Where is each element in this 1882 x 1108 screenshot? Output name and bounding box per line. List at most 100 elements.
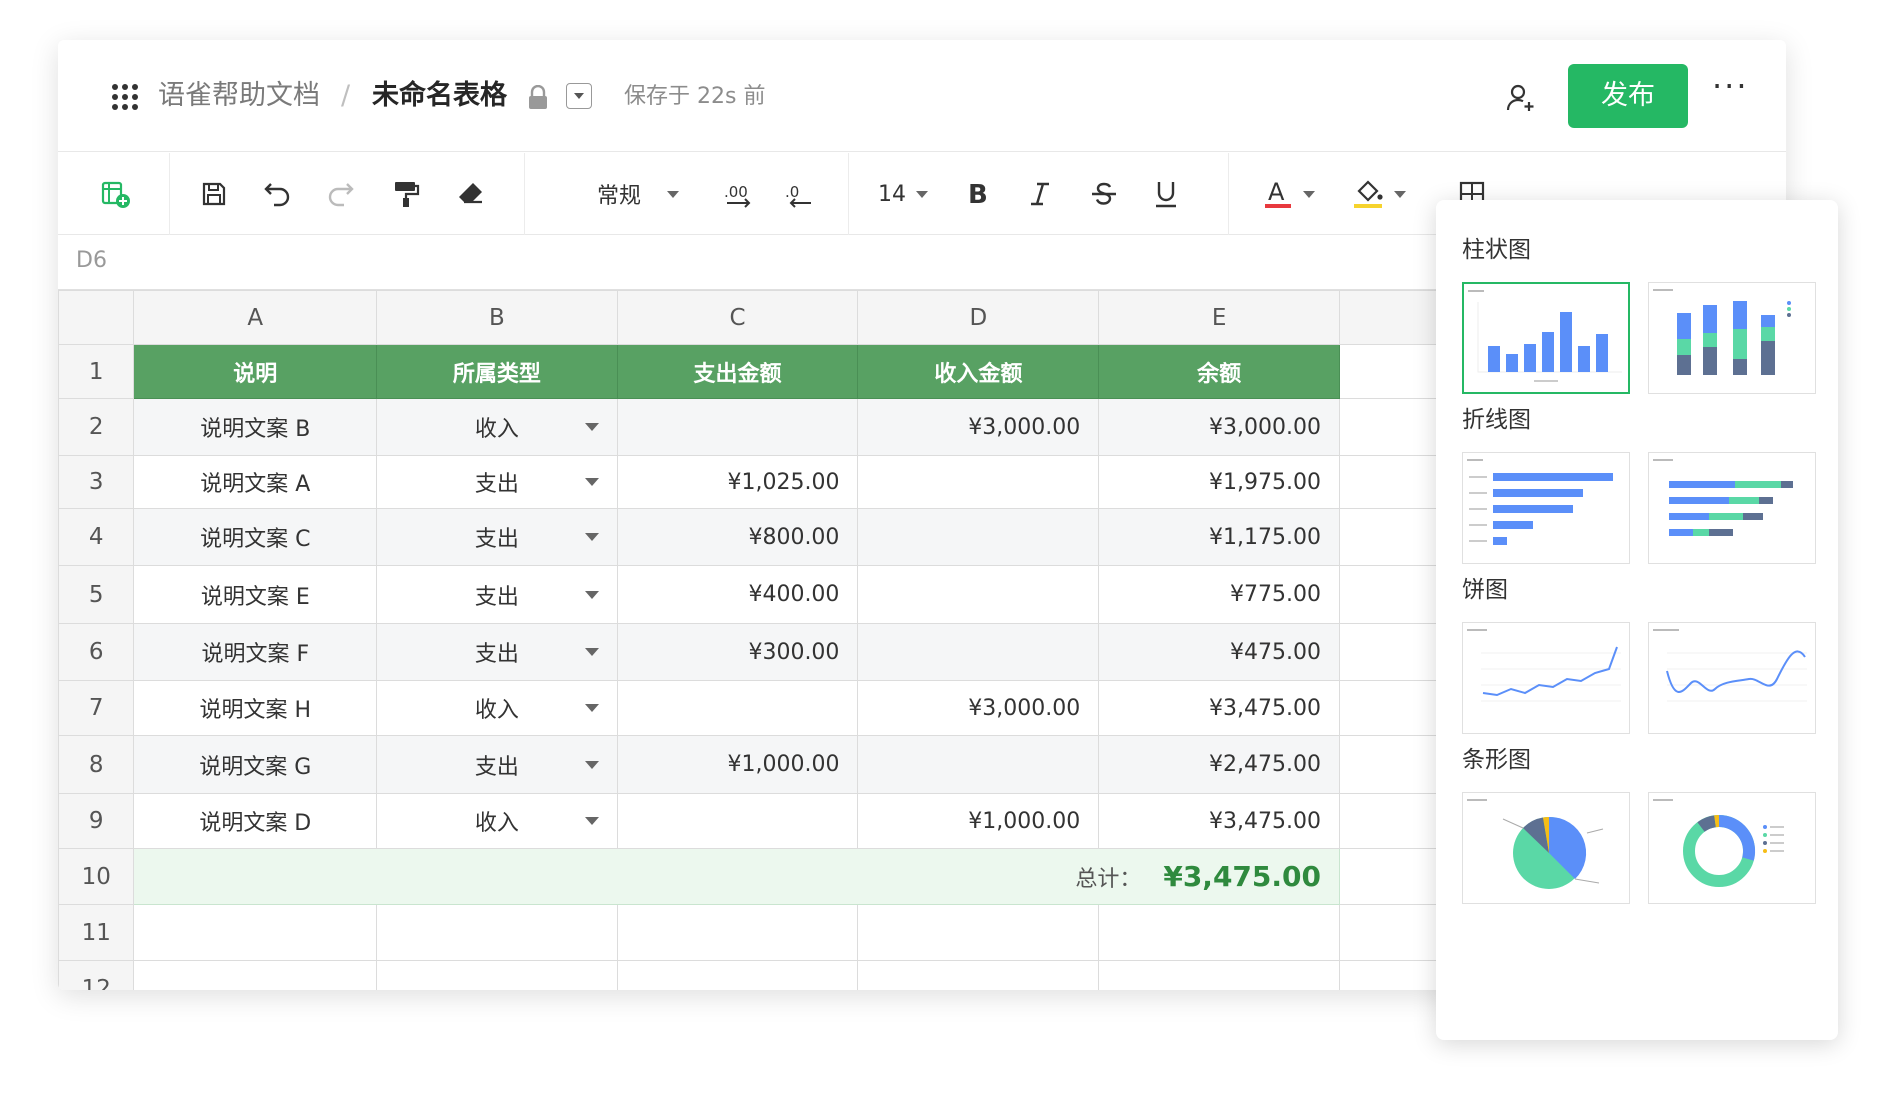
table-header-cell[interactable]: 所属类型 [376,344,618,399]
row-header[interactable]: 12 [58,960,135,990]
table-cell[interactable]: ¥3,475.00 [1098,680,1340,736]
type-select-cell[interactable]: 支出 [376,565,618,624]
strikethrough-icon[interactable] [1084,171,1124,217]
table-cell[interactable]: ¥2,475.00 [1098,735,1340,794]
more-options-icon[interactable]: ··· [1712,66,1749,106]
table-cell[interactable]: 说明文案 E [133,565,378,624]
bar-chart-thumbnail[interactable] [1462,452,1630,564]
table-cell[interactable] [857,508,1100,566]
chevron-down-icon[interactable] [584,533,599,541]
table-cell[interactable] [616,680,859,736]
smooth-line-chart-thumbnail[interactable] [1648,622,1816,734]
table-header-cell[interactable]: 余额 [1098,344,1340,399]
type-select-cell[interactable]: 收入 [376,680,618,736]
select-all-corner[interactable] [58,290,135,345]
redo-icon[interactable] [320,171,360,217]
decrease-decimal-icon[interactable]: .0 [780,171,820,217]
empty-cell[interactable] [133,904,378,961]
table-cell[interactable] [616,793,859,849]
type-select-cell[interactable]: 支出 [376,455,618,509]
number-format-select[interactable]: 常规 [588,171,688,217]
row-header[interactable]: 7 [58,680,135,736]
table-cell[interactable]: ¥775.00 [1098,565,1340,624]
table-cell[interactable]: ¥300.00 [616,623,859,681]
empty-cell[interactable] [1098,960,1340,990]
table-cell[interactable]: ¥3,000.00 [857,398,1100,456]
publish-button[interactable]: 发布 [1568,64,1688,128]
table-cell[interactable]: 说明文案 H [133,680,378,736]
table-cell[interactable]: ¥1,175.00 [1098,508,1340,566]
table-cell[interactable]: ¥800.00 [616,508,859,566]
empty-cell[interactable] [857,960,1100,990]
stacked-bar-chart-thumbnail[interactable] [1648,452,1816,564]
bold-icon[interactable]: B [958,171,998,217]
table-cell[interactable]: 说明文案 B [133,398,378,456]
add-collaborator-icon[interactable] [1505,82,1537,114]
table-cell[interactable]: ¥3,000.00 [857,680,1100,736]
chevron-down-icon[interactable] [584,760,599,769]
table-cell[interactable] [616,398,859,456]
table-cell[interactable]: 说明文案 D [133,793,378,849]
italic-icon[interactable] [1020,171,1060,217]
pie-chart-thumbnail[interactable] [1462,792,1630,904]
format-painter-icon[interactable] [386,171,426,217]
type-select-cell[interactable]: 收入 [376,398,618,456]
line-chart-thumbnail[interactable] [1462,622,1630,734]
total-row-cell[interactable]: 总计： ¥3,475.00 [133,848,1340,905]
stacked-column-chart-thumbnail[interactable] [1648,282,1816,394]
row-header[interactable]: 11 [58,904,135,961]
empty-cell[interactable] [1098,904,1340,961]
font-size-select[interactable]: 14 [868,171,938,217]
chevron-down-icon[interactable] [584,423,599,431]
type-select-cell[interactable]: 支出 [376,623,618,681]
undo-icon[interactable] [258,171,298,217]
empty-cell[interactable] [133,960,378,990]
increase-decimal-icon[interactable]: .00 [720,171,760,217]
donut-chart-thumbnail[interactable] [1648,792,1816,904]
title-dropdown-button[interactable] [566,83,592,109]
row-header[interactable]: 3 [58,455,135,509]
chevron-down-icon[interactable] [584,704,599,712]
chevron-down-icon[interactable] [584,590,599,599]
table-header-cell[interactable]: 收入金额 [857,344,1100,399]
table-cell[interactable]: ¥475.00 [1098,623,1340,681]
table-cell[interactable] [857,623,1100,681]
table-cell[interactable]: 说明文案 F [133,623,378,681]
row-header[interactable]: 8 [58,735,135,794]
row-header[interactable]: 4 [58,508,135,566]
empty-cell[interactable] [616,960,859,990]
table-cell[interactable]: ¥1,975.00 [1098,455,1340,509]
breadcrumb-parent[interactable]: 语雀帮助文档 [158,78,320,114]
underline-icon[interactable] [1146,171,1186,217]
table-cell[interactable]: ¥1,025.00 [616,455,859,509]
insert-sheet-icon[interactable] [96,171,136,217]
column-header-b[interactable]: B [376,290,618,345]
empty-cell[interactable] [857,904,1100,961]
column-header-e[interactable]: E [1098,290,1340,345]
table-cell[interactable]: ¥400.00 [616,565,859,624]
table-header-cell[interactable]: 支出金额 [616,344,859,399]
app-grid-icon[interactable] [112,84,138,110]
table-cell[interactable]: ¥3,000.00 [1098,398,1340,456]
table-header-cell[interactable]: 说明 [133,344,378,399]
table-cell[interactable]: ¥3,475.00 [1098,793,1340,849]
table-cell[interactable]: 说明文案 G [133,735,378,794]
row-header[interactable]: 6 [58,623,135,681]
type-select-cell[interactable]: 支出 [376,508,618,566]
document-title[interactable]: 未命名表格 [372,78,507,114]
save-icon[interactable] [194,171,234,217]
chevron-down-icon[interactable] [584,817,599,825]
font-color-icon[interactable]: A [1258,171,1322,217]
table-cell[interactable]: ¥1,000.00 [616,735,859,794]
empty-cell[interactable] [376,904,618,961]
row-header[interactable]: 2 [58,398,135,456]
chevron-down-icon[interactable] [584,648,599,656]
clear-format-icon[interactable] [450,171,490,217]
column-header-a[interactable]: A [133,290,378,345]
column-header-d[interactable]: D [857,290,1100,345]
type-select-cell[interactable]: 支出 [376,735,618,794]
row-header[interactable]: 1 [58,344,135,399]
table-cell[interactable] [857,565,1100,624]
table-cell[interactable] [857,455,1100,509]
table-cell[interactable] [857,735,1100,794]
